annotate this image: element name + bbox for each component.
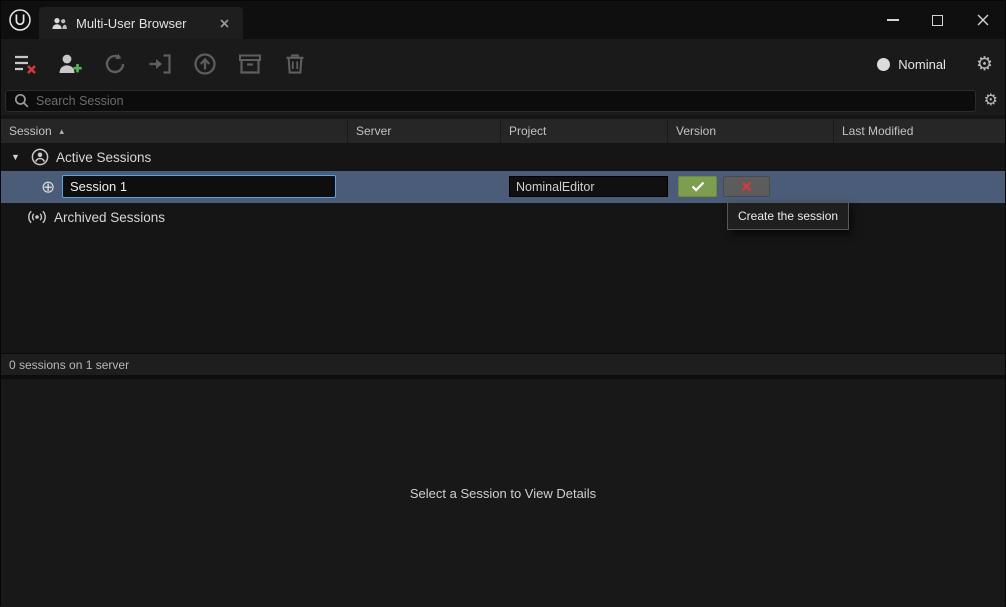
- tab-close-icon[interactable]: [216, 15, 233, 32]
- column-label: Version: [676, 124, 716, 138]
- search-row: ⚙: [1, 89, 1005, 115]
- session-count-text: 0 sessions on 1 server: [9, 358, 129, 372]
- sort-ascending-icon: ▲: [58, 127, 66, 136]
- confirm-create-session-button[interactable]: [678, 176, 717, 197]
- settings-gear-icon[interactable]: ⚙: [976, 55, 993, 74]
- toolbar: Nominal ⚙: [1, 39, 1005, 89]
- archive-session-button[interactable]: [236, 50, 264, 78]
- archived-sessions-icon: [28, 208, 46, 226]
- column-label: Session: [9, 124, 52, 138]
- add-user-icon: [57, 51, 83, 77]
- column-header-version[interactable]: Version: [668, 119, 834, 143]
- tab-title: Multi-User Browser: [76, 16, 187, 31]
- join-session-icon: [147, 51, 173, 77]
- search-settings-gear-icon[interactable]: ⚙: [984, 93, 998, 109]
- expander-icon[interactable]: ▼: [11, 152, 24, 162]
- tab-multi-user-browser[interactable]: Multi-User Browser: [39, 7, 243, 39]
- trash-icon: [282, 51, 308, 77]
- session-project-input[interactable]: [509, 176, 668, 197]
- cancel-create-session-button[interactable]: [723, 176, 770, 197]
- status-dot-icon: [877, 58, 890, 71]
- column-label: Last Modified: [842, 124, 913, 138]
- search-box[interactable]: [5, 90, 976, 112]
- column-header-session[interactable]: Session ▲: [1, 119, 348, 143]
- column-label: Project: [509, 124, 546, 138]
- users-icon: [51, 16, 67, 31]
- column-header-last-modified[interactable]: Last Modified: [834, 119, 1005, 143]
- restore-session-icon: [102, 51, 128, 77]
- archived-sessions-label: Archived Sessions: [54, 210, 165, 225]
- maximize-button[interactable]: [915, 1, 960, 39]
- session-table-header: Session ▲ Server Project Version Last Mo…: [1, 119, 1005, 143]
- close-button[interactable]: [960, 1, 1005, 39]
- upload-session-button[interactable]: [191, 50, 219, 78]
- remove-session-button[interactable]: [11, 50, 39, 78]
- add-user-button[interactable]: [56, 50, 84, 78]
- delete-session-button[interactable]: [281, 50, 309, 78]
- tooltip: Create the session: [727, 202, 849, 230]
- restore-session-button[interactable]: [101, 50, 129, 78]
- active-sessions-label: Active Sessions: [56, 150, 151, 165]
- session-name-input[interactable]: [62, 175, 336, 198]
- details-panel: Select a Session to View Details: [1, 379, 1005, 607]
- minimize-button[interactable]: [870, 1, 915, 39]
- archived-sessions-group-row[interactable]: Archived Sessions: [1, 203, 1005, 231]
- status-label: Nominal: [898, 57, 946, 72]
- connection-status: Nominal: [877, 57, 946, 72]
- unreal-logo-icon: [1, 1, 39, 39]
- title-bar: Multi-User Browser: [1, 1, 1005, 39]
- plus-circle-icon: ⊕: [41, 179, 55, 196]
- new-session-row[interactable]: ⊕: [1, 171, 1005, 203]
- search-input[interactable]: [36, 94, 967, 108]
- session-list: ▼ Active Sessions ⊕: [1, 143, 1005, 353]
- remove-session-icon: [12, 51, 38, 77]
- active-sessions-icon: [31, 148, 49, 166]
- column-label: Server: [356, 124, 391, 138]
- window-controls: [870, 1, 1005, 39]
- status-bar: 0 sessions on 1 server: [1, 353, 1005, 375]
- details-placeholder-text: Select a Session to View Details: [410, 486, 596, 501]
- search-icon: [14, 93, 29, 108]
- active-sessions-group-row[interactable]: ▼ Active Sessions: [1, 143, 1005, 171]
- archive-session-icon: [237, 51, 263, 77]
- column-header-project[interactable]: Project: [501, 119, 668, 143]
- upload-session-icon: [192, 51, 218, 77]
- join-session-button[interactable]: [146, 50, 174, 78]
- column-header-server[interactable]: Server: [348, 119, 501, 143]
- check-icon: [691, 181, 705, 192]
- x-icon: [741, 181, 752, 192]
